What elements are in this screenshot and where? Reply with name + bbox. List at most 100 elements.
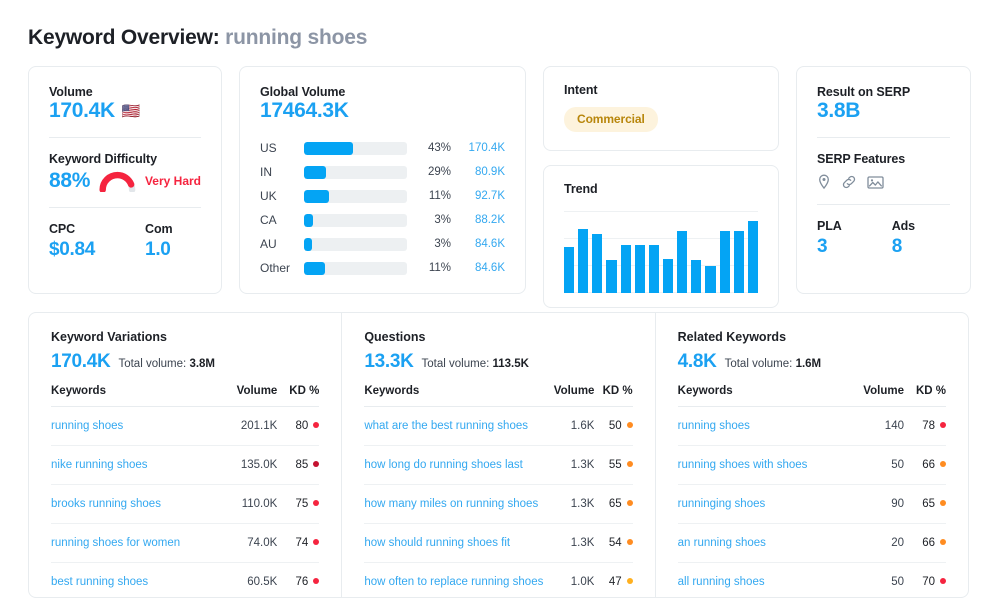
related-keywords-column: Related Keywords 4.8K Total volume: 1.6M Ke…	[654, 313, 968, 597]
keyword-link[interactable]: running shoes with shoes	[678, 459, 808, 471]
country-code: AU	[260, 237, 277, 251]
keyword-link[interactable]: how should running shoes fit	[364, 537, 510, 549]
keyword-overview-page: Keyword Overview: running shoes Volume 1…	[0, 0, 997, 615]
table-row: an running shoes 20 66	[677, 523, 946, 563]
volume-cell: 20	[847, 523, 904, 563]
volume-cell: 1.3K	[543, 445, 595, 485]
keyword-link[interactable]: an running shoes	[678, 537, 766, 549]
image-icon[interactable]	[867, 175, 884, 190]
result-on-serp-value: 3.8B	[817, 99, 861, 122]
keyword-difficulty-label: Keyword Difficulty	[49, 152, 157, 166]
volume-cell: 201.1K	[221, 406, 278, 446]
keyword-cell: running shoes with shoes	[677, 445, 848, 485]
trend-bar	[691, 260, 702, 293]
questions-title: Questions	[364, 330, 426, 344]
kd-value: 65	[608, 498, 622, 510]
volume-bar-track	[304, 261, 407, 275]
kd-status-dot	[626, 421, 633, 428]
trend-bar	[634, 245, 645, 293]
volume-percent: 11%	[428, 262, 451, 274]
pla-value: 3	[817, 236, 828, 257]
volume-cell: 50	[847, 445, 904, 485]
questions-column: Questions 13.3K Total volume: 113.5K Keywor…	[341, 313, 654, 597]
intent-badge[interactable]: Commercial	[564, 107, 658, 132]
trend-bar	[592, 233, 603, 293]
total-volume-value: 1.6M	[795, 358, 822, 370]
kd-status-dot	[939, 538, 946, 545]
column-header-kd[interactable]: KD %	[903, 385, 946, 407]
kd-cell: 78	[903, 406, 946, 446]
country-code: CA	[260, 213, 277, 227]
country-volume[interactable]: 84.6K	[453, 238, 505, 250]
keyword-link[interactable]: nike running shoes	[51, 459, 148, 471]
pla-ads-row: PLA 3 Ads 8	[817, 219, 950, 258]
country-volume[interactable]: 88.2K	[453, 214, 505, 226]
column-header-volume[interactable]: Volume	[221, 385, 278, 407]
country-code: UK	[260, 189, 277, 203]
column-header-kd[interactable]: KD %	[594, 385, 633, 407]
kd-status-dot	[939, 421, 946, 428]
serp-features-icons	[817, 174, 950, 190]
total-volume-label: Total volume:	[724, 358, 793, 370]
ads-value: 8	[891, 236, 903, 257]
com-value: 1.0	[145, 239, 171, 260]
us-flag-icon: 🇺🇸	[121, 102, 141, 120]
table-row: running shoes 140 78	[677, 406, 946, 446]
keyword-link[interactable]: how often to replace running shoes	[364, 576, 543, 588]
column-header-keywords[interactable]: Keywords	[51, 385, 222, 407]
table-row: all running shoes 50 70	[678, 563, 946, 602]
column-header-kd[interactable]: KD %	[277, 385, 320, 407]
keyword-variations-total: Total volume: 3.8M	[118, 358, 215, 370]
table-row: running shoes with shoes 50 66	[677, 445, 946, 485]
link-icon[interactable]	[841, 174, 857, 190]
country-volume[interactable]: 84.6K	[453, 262, 505, 274]
table-row: brooks running shoes 110.0K 75	[51, 484, 320, 524]
country-volume[interactable]: 80.9K	[453, 166, 505, 178]
kd-cell: 70	[904, 563, 946, 602]
volume-cell: 1.0K	[570, 576, 595, 588]
keyword-link[interactable]: all running shoes	[678, 576, 765, 588]
keyword-cell: brooks running shoes	[51, 484, 222, 524]
global-volume-row: US 43% 170.4K	[260, 136, 505, 160]
difficulty-gauge-icon	[99, 171, 136, 192]
kd-status-dot	[313, 460, 320, 467]
kd-value: 74	[295, 537, 309, 549]
volume-bar-track	[304, 213, 407, 227]
column-header-keywords[interactable]: Keywords	[364, 385, 544, 407]
keyword-link[interactable]: brooks running shoes	[51, 498, 161, 510]
keyword-link[interactable]: best running shoes	[51, 576, 148, 588]
keyword-link[interactable]: how long do running shoes last	[364, 459, 523, 471]
global-volume-row: Other 11% 84.6K	[260, 256, 505, 280]
volume-cell: 140	[847, 406, 904, 446]
volume-value-row: 170.4K 🇺🇸	[49, 99, 201, 123]
global-volume-value: 17464.3K	[260, 99, 349, 122]
country-volume[interactable]: 92.7K	[453, 190, 505, 202]
keyword-link[interactable]: running shoes for women	[51, 537, 180, 549]
column-header-keywords[interactable]: Keywords	[677, 385, 848, 407]
kd-cell: 65	[903, 484, 946, 524]
questions-summary: 13.3K Total volume: 113.5K	[364, 351, 632, 373]
related-keywords-count: 4.8K	[677, 351, 717, 372]
related-keywords-title: Related Keywords	[677, 330, 787, 344]
page-title-keyword: running shoes	[225, 26, 368, 49]
table-row: how long do running shoes last 1.3K 55	[364, 445, 633, 485]
keyword-link[interactable]: what are the best running shoes	[364, 420, 528, 432]
table-row: how should running shoes fit 1.3K 54	[364, 523, 633, 563]
kd-value: 76	[295, 576, 309, 588]
keyword-link[interactable]: running shoes	[51, 420, 123, 432]
map-pin-icon[interactable]	[817, 174, 831, 190]
keyword-difficulty-value: 88%	[49, 169, 91, 192]
kd-cell: 66	[903, 523, 946, 563]
column-header-volume[interactable]: Volume	[847, 385, 904, 407]
keyword-variations-summary: 170.4K Total volume: 3.8M	[51, 351, 319, 373]
table-row: nike running shoes 135.0K 85	[51, 445, 320, 485]
keyword-variations-table: Keywords Volume KD % running shoes 201.1K 80 n…	[51, 385, 320, 601]
keyword-link[interactable]: how many miles on running shoes	[364, 498, 538, 510]
keyword-link[interactable]: running shoes	[678, 420, 750, 432]
volume-bar-fill	[304, 189, 329, 203]
country-volume[interactable]: 170.4K	[453, 142, 505, 154]
global-volume-row: IN 29% 80.9K	[260, 160, 505, 184]
column-header-volume[interactable]: Volume	[543, 385, 595, 407]
volume-bar-fill	[304, 261, 325, 275]
keyword-link[interactable]: runninging shoes	[678, 498, 766, 510]
